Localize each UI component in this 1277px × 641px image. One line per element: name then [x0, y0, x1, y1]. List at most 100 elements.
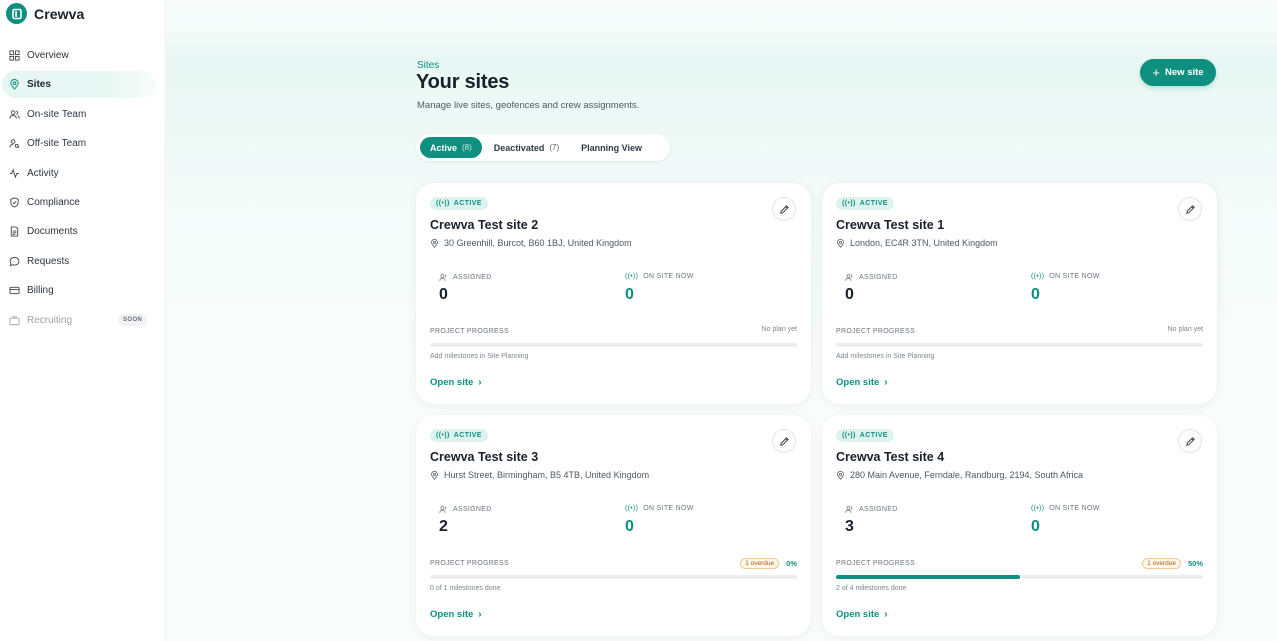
- project-progress-label: PROJECT PROGRESS: [836, 560, 915, 567]
- assigned-label: ASSIGNED: [439, 505, 492, 514]
- map-pin-icon: [431, 470, 438, 480]
- chevron-right-icon: ›: [478, 377, 482, 388]
- sidebar-item-documents[interactable]: Documents: [2, 218, 156, 245]
- site-address: London, EC4R 3TN, United Kingdom: [836, 238, 998, 248]
- open-site-label: Open site: [430, 609, 474, 620]
- edit-site-button[interactable]: [772, 197, 796, 221]
- map-pin-icon: [431, 238, 438, 248]
- sidebar-item-label: Off-site Team: [27, 138, 87, 150]
- status-text: ACTIVE: [453, 432, 482, 439]
- status-badge: ((•)) ACTIVE: [430, 197, 488, 210]
- site-address: Hurst Street, Birmingham, B5 4TB, United…: [430, 470, 649, 480]
- shield-icon: [9, 197, 20, 208]
- sidebar-item-label: Billing: [27, 285, 54, 297]
- label-text: ASSIGNED: [453, 506, 492, 513]
- sidebar-item-label: Recruiting: [27, 314, 73, 326]
- status-text: ACTIVE: [859, 200, 888, 207]
- assigned-count: 2: [439, 518, 448, 535]
- open-site-link[interactable]: Open site ›: [836, 377, 888, 388]
- project-progress-label: PROJECT PROGRESS: [836, 328, 915, 335]
- users-icon: [439, 274, 447, 281]
- new-site-button[interactable]: + New site: [1140, 59, 1216, 86]
- progress-bar: [430, 343, 797, 347]
- sidebar-item-compliance[interactable]: Compliance: [2, 189, 156, 216]
- page-subtitle: Manage live sites, geofences and crew as…: [417, 100, 640, 111]
- users-icon: [439, 506, 447, 513]
- label-text: ON SITE NOW: [643, 505, 694, 512]
- sidebar-item-off-site-team[interactable]: Off-site Team: [2, 130, 156, 157]
- project-progress-label: PROJECT PROGRESS: [430, 328, 509, 335]
- milestones-note: Add milestones in Site Planning: [836, 353, 935, 360]
- signal-icon: ((•)): [842, 200, 856, 207]
- sidebar-item-activity[interactable]: Activity: [2, 160, 156, 187]
- assigned-label: ASSIGNED: [439, 273, 492, 282]
- site-title[interactable]: Crewva Test site 3: [430, 450, 538, 464]
- site-title[interactable]: Crewva Test site 2: [430, 218, 538, 232]
- status-text: ACTIVE: [859, 432, 888, 439]
- sidebar: Crewva Overview Sites On-site Team Off-s…: [0, 0, 166, 641]
- sidebar-item-label: On-site Team: [27, 108, 87, 120]
- progress-status: No plan yet: [762, 326, 797, 333]
- label-text: ASSIGNED: [859, 506, 898, 513]
- on-site-now-count: 0: [1031, 286, 1040, 303]
- app-name: Crewva: [34, 5, 85, 22]
- site-card: ((•)) ACTIVE Crewva Test site 1 London, …: [822, 183, 1217, 404]
- brand[interactable]: Crewva: [6, 3, 84, 24]
- label-text: ON SITE NOW: [643, 273, 694, 280]
- sidebar-item-billing[interactable]: Billing: [2, 277, 156, 304]
- sidebar-item-sites[interactable]: Sites: [2, 71, 156, 99]
- project-progress-label: PROJECT PROGRESS: [430, 560, 509, 567]
- site-title[interactable]: Crewva Test site 1: [836, 218, 944, 232]
- signal-icon: ((•)): [842, 432, 856, 439]
- tab-active[interactable]: Active (8): [420, 137, 482, 158]
- site-title[interactable]: Crewva Test site 4: [836, 450, 944, 464]
- tab-label: Deactivated: [493, 142, 545, 153]
- signal-icon: ((•)): [436, 432, 450, 439]
- sidebar-item-requests[interactable]: Requests: [2, 248, 156, 275]
- site-address: 280 Main Avenue, Ferndale, Randburg, 219…: [836, 470, 1083, 480]
- open-site-link[interactable]: Open site ›: [430, 609, 482, 620]
- page-title: Your sites: [416, 71, 510, 93]
- open-site-label: Open site: [430, 377, 474, 388]
- signal-icon: ((•)): [436, 200, 450, 207]
- user-search-icon: [9, 138, 20, 149]
- address-text: 30 Greenhill, Burcot, B60 1BJ, United Ki…: [444, 238, 632, 248]
- edit-site-button[interactable]: [772, 429, 796, 453]
- assigned-count: 0: [439, 286, 448, 303]
- activity-icon: [9, 167, 20, 179]
- open-site-link[interactable]: Open site ›: [430, 377, 482, 388]
- tab-deactivated[interactable]: Deactivated (7): [484, 137, 569, 158]
- pencil-icon: [779, 204, 789, 214]
- on-site-now-label: ((•)) ON SITE NOW: [625, 505, 694, 512]
- tab-label: Active: [430, 142, 458, 153]
- open-site-label: Open site: [836, 609, 880, 620]
- edit-site-button[interactable]: [1178, 429, 1202, 453]
- status-badge: ((•)) ACTIVE: [430, 429, 488, 442]
- progress-percent: 50%: [1187, 559, 1203, 568]
- sidebar-item-on-site-team[interactable]: On-site Team: [2, 101, 156, 128]
- signal-icon: ((•)): [1031, 505, 1045, 512]
- signal-icon: ((•)): [625, 505, 639, 512]
- sidebar-item-recruiting: Recruiting SOON: [2, 307, 156, 334]
- on-site-now-count: 0: [1031, 518, 1040, 535]
- sidebar-item-overview[interactable]: Overview: [2, 42, 156, 69]
- assigned-count: 0: [845, 286, 854, 303]
- open-site-link[interactable]: Open site ›: [836, 609, 888, 620]
- label-text: ASSIGNED: [453, 274, 492, 281]
- on-site-now-count: 0: [625, 286, 634, 303]
- milestones-note: 0 of 1 milestones done: [430, 585, 501, 592]
- milestones-note: Add milestones in Site Planning: [430, 353, 529, 360]
- assigned-label: ASSIGNED: [845, 505, 898, 514]
- grid-icon: [9, 50, 20, 61]
- soon-badge: SOON: [118, 314, 148, 327]
- plus-icon: +: [1152, 65, 1161, 80]
- edit-site-button[interactable]: [1178, 197, 1202, 221]
- users-icon: [9, 109, 20, 120]
- sidebar-nav: Overview Sites On-site Team Off-site Tea…: [0, 42, 166, 336]
- site-card: ((•)) ACTIVE Crewva Test site 3 Hurst St…: [416, 415, 811, 636]
- users-icon: [845, 506, 853, 513]
- map-pin-icon: [9, 79, 20, 91]
- tab-planning-view[interactable]: Planning View: [571, 137, 652, 158]
- breadcrumb[interactable]: Sites: [417, 60, 439, 71]
- progress-bar: [430, 575, 797, 579]
